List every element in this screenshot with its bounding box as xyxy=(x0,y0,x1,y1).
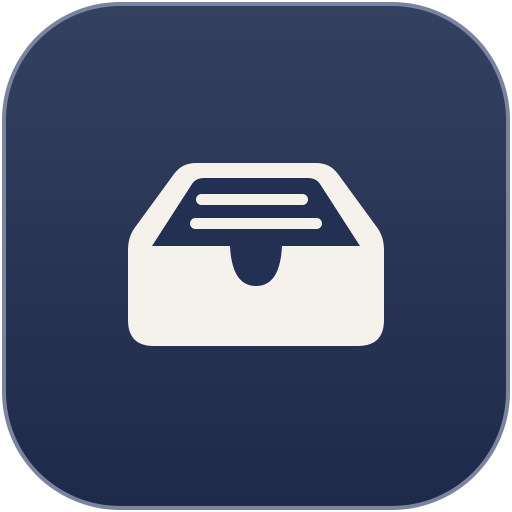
paper-line-top xyxy=(196,194,308,205)
app-icon[interactable] xyxy=(0,0,512,512)
app-icon-stage xyxy=(0,0,512,512)
paper-line-bottom xyxy=(190,218,322,229)
